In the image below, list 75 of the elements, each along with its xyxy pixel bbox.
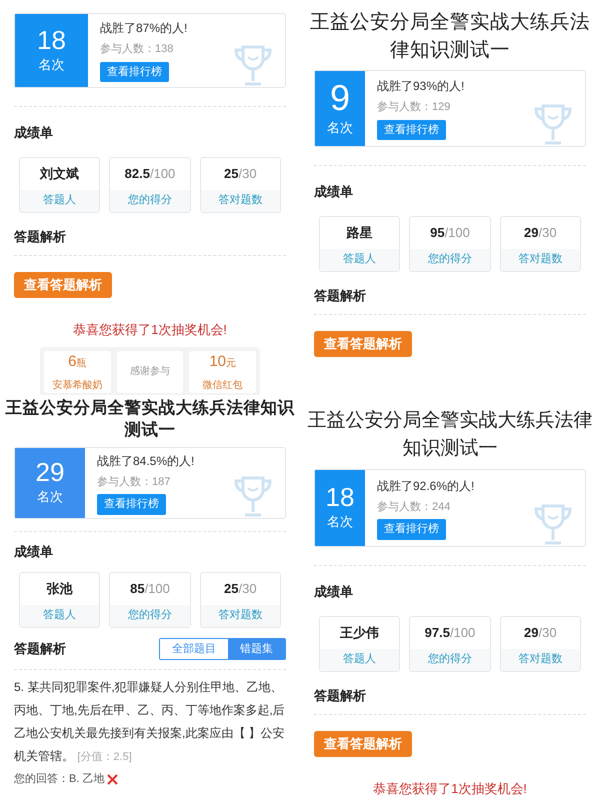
prize-name: 感谢参与 — [130, 364, 170, 380]
filter-tab[interactable]: 错题集 — [228, 638, 285, 659]
page-title: 王益公安分局全警实战大练兵法律知识测试一 — [5, 398, 295, 441]
stat-value: 25/30 — [223, 164, 258, 183]
beat-text: 战胜了84.5%的人! — [97, 452, 196, 470]
stat-caption: 答题人 — [320, 248, 400, 270]
section-heading: 成绩单 — [14, 124, 54, 142]
trophy-icon — [533, 502, 573, 546]
stat-caption: 答对题数 — [200, 604, 280, 626]
beat-text: 战胜了92.6%的人! — [377, 478, 476, 494]
leaderboard-button[interactable]: 查看排行榜 — [97, 494, 166, 514]
stat-caption: 答题人 — [20, 604, 100, 626]
rank-label: 名次 — [327, 513, 353, 532]
section-heading: 答题解析 — [314, 686, 366, 704]
participant-count: 参与人数：187 — [97, 474, 172, 490]
rank-label: 名次 — [37, 488, 63, 506]
rank-number: 29 — [36, 459, 64, 486]
rank-number: 18 — [37, 26, 66, 53]
section-heading: 成绩单 — [14, 543, 54, 561]
stat-caption: 您的得分 — [110, 604, 190, 626]
stat-value: 路星 — [346, 224, 374, 242]
prize-card[interactable]: 10元 微信红包 — [189, 351, 256, 392]
prize-card[interactable]: 6瓶 安慕希酸奶 — [44, 351, 111, 392]
stat-caption: 您的得分 — [410, 648, 490, 670]
stat-value: 82.5/100 — [124, 164, 176, 183]
participant-count: 参与人数：244 — [377, 500, 452, 514]
section-heading: 答题解析 — [14, 228, 66, 246]
trophy-icon — [233, 474, 273, 518]
stat-caption: 您的得分 — [410, 248, 490, 270]
section-heading: 答题解析 — [14, 640, 66, 658]
prize-name: 安慕希酸奶 — [52, 378, 102, 392]
prize-card[interactable]: 感谢参与 — [116, 351, 184, 392]
stat-caption: 您的得分 — [110, 190, 190, 212]
participant-count: 参与人数：138 — [100, 42, 174, 57]
rank-label: 名次 — [38, 56, 64, 74]
page-title: 王益公安分局全警实战大练兵法律知识测试一 — [306, 409, 594, 461]
view-analysis-button[interactable]: 查看答题解析 — [314, 331, 412, 356]
prize-amount: 10元 — [209, 352, 236, 372]
leaderboard-button[interactable]: 查看排行榜 — [100, 62, 169, 82]
lottery-message: 恭喜您获得了1次抽奖机会! — [72, 320, 228, 338]
stat-value: 张池 — [46, 580, 74, 598]
stat-value: 王少伟 — [339, 624, 380, 642]
stat-caption: 答对题数 — [200, 190, 280, 212]
your-answer: 您的回答：B. 乙地 — [14, 772, 104, 787]
participant-count: 参与人数：129 — [377, 100, 452, 115]
section-heading: 成绩单 — [314, 183, 354, 201]
stat-value: 85/100 — [129, 580, 171, 598]
section-heading: 答题解析 — [314, 286, 366, 304]
question-text: 5. 某共同犯罪案件,犯罪嫌疑人分别住甲地、乙地、丙地、丁地,先后在甲、乙、丙、丁等地作案多起,后乙地公安机关最先接到有关报案,此案应由【 】公安机关管辖。 [分值：2.5] — [14, 679, 286, 765]
stat-value: 25/30 — [223, 580, 258, 598]
stat-caption: 答题人 — [320, 648, 400, 670]
rank-number: 18 — [326, 484, 354, 510]
rank-label: 名次 — [327, 118, 353, 137]
prize-amount: 6瓶 — [68, 352, 86, 372]
stat-caption: 答对题数 — [500, 248, 580, 270]
leaderboard-button[interactable]: 查看排行榜 — [377, 120, 446, 140]
stat-caption: 答题人 — [20, 190, 100, 212]
prize-name: 微信红包 — [202, 378, 243, 392]
stat-value: 97.5/100 — [424, 624, 476, 642]
rank-number: 9 — [330, 80, 350, 116]
stat-value: 29/30 — [523, 224, 558, 242]
view-analysis-button[interactable]: 查看答题解析 — [14, 272, 112, 298]
stat-value: 刘文斌 — [38, 164, 80, 183]
trophy-icon — [233, 43, 273, 87]
beat-text: 战胜了87%的人! — [100, 20, 188, 37]
section-heading: 成绩单 — [314, 583, 354, 601]
view-analysis-button[interactable]: 查看答题解析 — [314, 731, 412, 756]
page-title: 王益公安分局全警实战大练兵法律知识测试一 — [309, 10, 591, 63]
leaderboard-button[interactable]: 查看排行榜 — [377, 519, 446, 540]
beat-text: 战胜了93%的人! — [377, 78, 466, 95]
stat-value: 29/30 — [523, 624, 558, 642]
stat-caption: 答对题数 — [500, 648, 580, 670]
stat-value: 95/100 — [429, 224, 471, 242]
lottery-message: 恭喜您获得了1次抽奖机会! — [372, 780, 528, 798]
trophy-icon — [533, 102, 573, 146]
